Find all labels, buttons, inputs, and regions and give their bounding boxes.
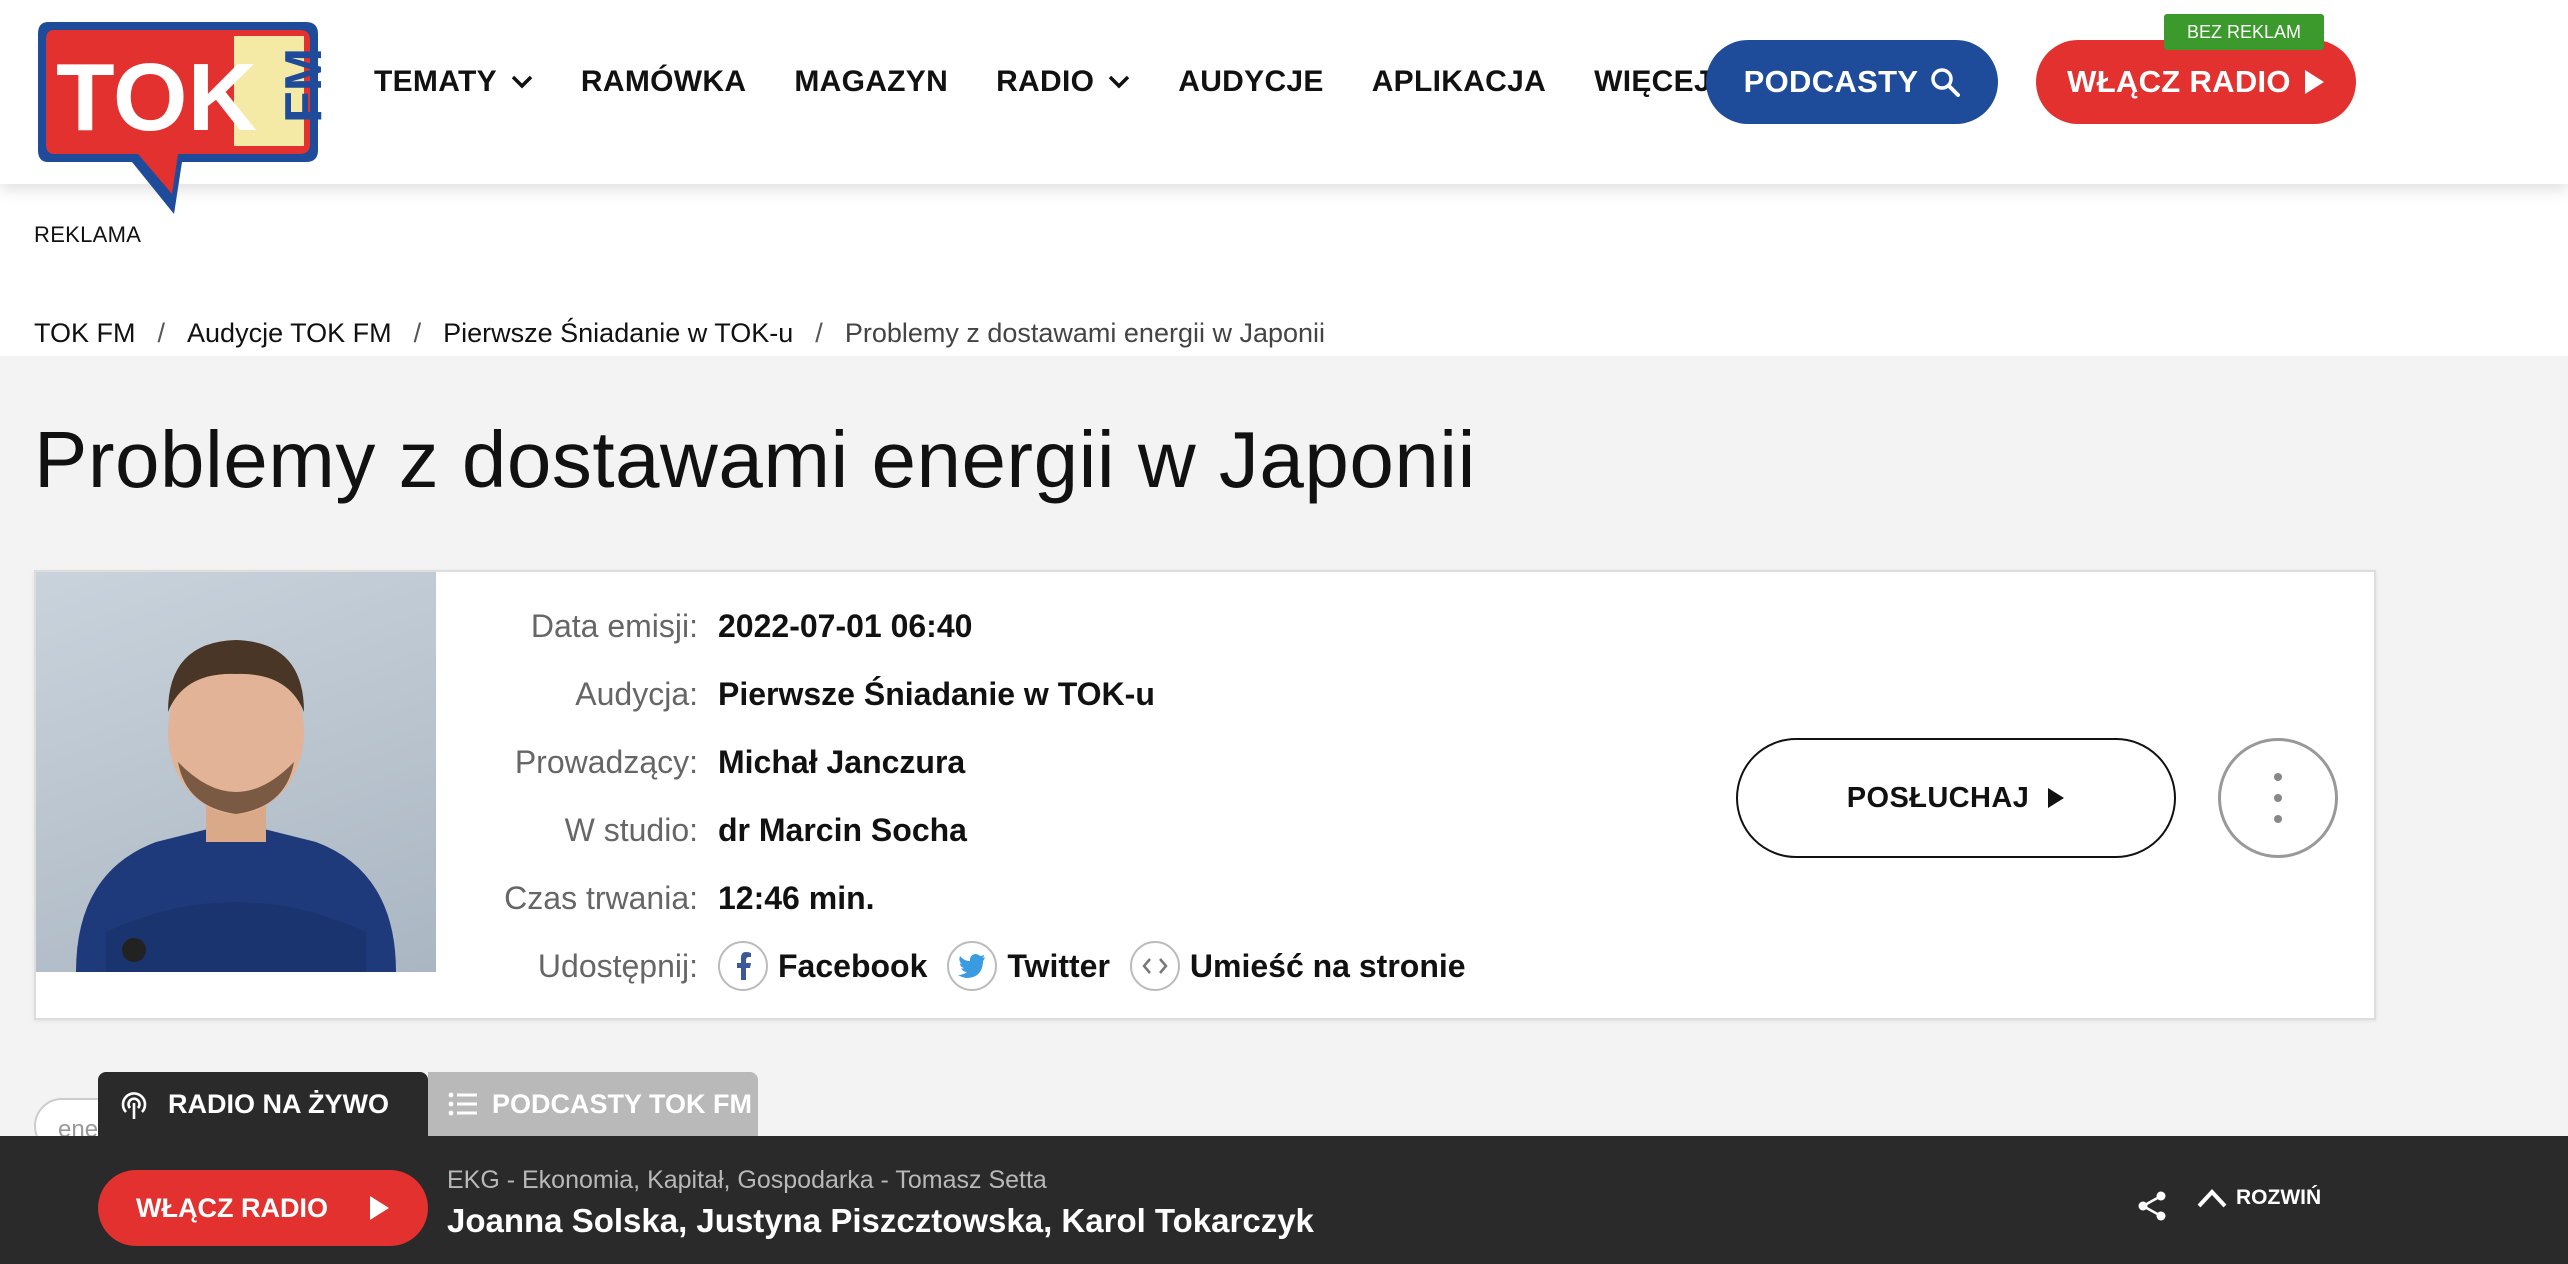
guest-name[interactable]: dr Marcin Socha xyxy=(718,812,967,849)
now-playing-hosts: Joanna Solska, Justyna Piszcztowska, Kar… xyxy=(447,1202,1314,1239)
nav-item-tematy[interactable]: TEMATY xyxy=(374,65,533,99)
list-icon xyxy=(448,1092,477,1116)
host-photo xyxy=(36,572,436,972)
broadcast-date: 2022-07-01 06:40 xyxy=(718,607,973,644)
tab-radio-live[interactable]: RADIO NA ŻYWO xyxy=(98,1072,428,1136)
breadcrumb-separator: / xyxy=(815,318,823,348)
search-icon xyxy=(1931,68,1961,97)
wlacz-radio-label: WŁĄCZ RADIO xyxy=(2067,64,2291,99)
embed-code-icon xyxy=(1129,941,1180,991)
meta-label: Udostępnij: xyxy=(537,947,698,984)
chevron-up-icon xyxy=(2197,1189,2227,1208)
meta-row-host: Prowadzący: Michał Janczura xyxy=(436,728,1486,796)
meta-label: Data emisji: xyxy=(530,607,698,644)
player-play-button[interactable]: WŁĄCZ RADIO xyxy=(98,1170,428,1246)
tokfm-logo[interactable]: TOK FM xyxy=(34,18,333,218)
episode-meta: Data emisji: 2022-07-01 06:40 Audycja: P… xyxy=(436,592,1486,1000)
share-facebook[interactable]: Facebook xyxy=(718,941,927,991)
radio-player-bar: WŁĄCZ RADIO EKG - Ekonomia, Kapitał, Gos… xyxy=(0,1136,2568,1264)
share-icon xyxy=(2138,1191,2166,1221)
logo-text: TOK xyxy=(56,44,257,151)
nav-item-label: MAGAZYN xyxy=(794,65,949,98)
meta-row-date: Data emisji: 2022-07-01 06:40 xyxy=(436,592,1486,660)
player-play-label: WŁĄCZ RADIO xyxy=(136,1192,328,1223)
share-facebook-label: Facebook xyxy=(778,947,928,984)
nav-item-label: TEMATY xyxy=(374,65,497,98)
meta-label: W studio: xyxy=(564,811,698,848)
tab-radio-live-label: RADIO NA ŻYWO xyxy=(168,1088,389,1119)
nav-item-ramowka[interactable]: RAMÓWKA xyxy=(581,65,746,99)
site-header: TEMATY RAMÓWKA MAGAZYN RADIO AUDYCJE APL… xyxy=(0,0,2568,184)
nav-item-aplikacja[interactable]: APLIKACJA xyxy=(1372,65,1546,99)
tokfm-logo-icon: TOK FM xyxy=(38,22,333,214)
nav-item-radio[interactable]: RADIO xyxy=(996,65,1130,99)
episode-card: Data emisji: 2022-07-01 06:40 Audycja: P… xyxy=(34,570,2376,1020)
breadcrumb-separator: / xyxy=(413,318,422,348)
breadcrumb: TOK FM / Audycje TOK FM / Pierwsze Śniad… xyxy=(34,318,1325,349)
nav-item-label: RAMÓWKA xyxy=(580,65,747,98)
breadcrumb-item[interactable]: Audycje TOK FM xyxy=(187,318,392,349)
more-options-button[interactable] xyxy=(2218,738,2338,858)
listen-button-label: POSŁUCHAJ xyxy=(1846,781,2030,814)
nav-item-label: WIĘCEJ xyxy=(1594,65,1711,98)
breadcrumb-current: Problemy z dostawami energii w Japonii xyxy=(844,318,1326,348)
meta-row-show: Audycja: Pierwsze Śniadanie w TOK-u xyxy=(436,660,1486,728)
ad-label: REKLAMA xyxy=(34,222,142,247)
meta-label: Audycja: xyxy=(575,675,698,712)
nav-item-audycje[interactable]: AUDYCJE xyxy=(1178,65,1323,99)
share-twitter-label: Twitter xyxy=(1007,947,1110,984)
tab-podcasty-label: PODCASTY TOK FM xyxy=(492,1088,753,1119)
meta-label: Czas trwania: xyxy=(504,879,698,916)
share-twitter[interactable]: Twitter xyxy=(947,941,1110,991)
nav-item-label: APLIKACJA xyxy=(1371,65,1547,98)
play-icon xyxy=(2304,70,2324,94)
wlacz-radio-button[interactable]: WŁĄCZ RADIO xyxy=(2036,40,2356,124)
meta-row-guest: W studio: dr Marcin Socha xyxy=(436,796,1486,864)
play-icon xyxy=(369,1196,389,1220)
listen-button[interactable]: POSŁUCHAJ xyxy=(1736,738,2176,858)
host-name[interactable]: Michał Janczura xyxy=(718,744,965,781)
meta-label: Prowadzący: xyxy=(514,743,698,780)
chevron-down-icon xyxy=(511,75,533,89)
share-embed[interactable]: Umieść na stronie xyxy=(1129,941,1466,991)
chevron-down-icon xyxy=(1109,75,1130,89)
podcasty-button-label: PODCASTY xyxy=(1743,64,1919,99)
share-button[interactable] xyxy=(2136,1190,2168,1227)
broadcast-icon xyxy=(121,1092,147,1119)
breadcrumb-item[interactable]: Pierwsze Śniadanie w TOK-u xyxy=(443,318,793,349)
duration: 12:46 min. xyxy=(718,879,875,916)
expand-player-label: ROZWIŃ xyxy=(2236,1186,2322,1209)
meta-row-share: Udostępnij: Facebook Twitter Umieść na s… xyxy=(436,932,1486,1000)
breadcrumb-item[interactable]: TOK FM xyxy=(34,318,136,349)
tab-podcasty[interactable]: PODCASTY TOK FM xyxy=(428,1072,758,1136)
more-vertical-icon xyxy=(2274,773,2282,823)
share-links: Facebook Twitter Umieść na stronie xyxy=(718,941,1486,991)
meta-row-duration: Czas trwania: 12:46 min. xyxy=(436,864,1486,932)
now-playing-program: EKG - Ekonomia, Kapitał, Gospodarka - To… xyxy=(447,1166,1047,1194)
nav-item-magazyn[interactable]: MAGAZYN xyxy=(794,65,948,99)
nav-item-label: RADIO xyxy=(996,65,1095,98)
facebook-icon xyxy=(718,941,768,991)
breadcrumb-separator: / xyxy=(157,318,166,348)
bez-reklam-badge[interactable]: BEZ REKLAM xyxy=(2164,14,2324,50)
play-icon xyxy=(2048,788,2065,808)
main-nav: TEMATY RAMÓWKA MAGAZYN RADIO AUDYCJE APL… xyxy=(374,56,1795,108)
host-photo-image xyxy=(76,640,396,972)
podcasty-button[interactable]: PODCASTY xyxy=(1706,40,1998,124)
logo-fm-text: FM xyxy=(275,48,322,123)
expand-player-button[interactable]: ROZWIŃ xyxy=(2196,1186,2321,1210)
show-name[interactable]: Pierwsze Śniadanie w TOK-u xyxy=(718,676,1155,713)
nav-item-label: AUDYCJE xyxy=(1178,65,1324,98)
share-embed-label: Umieść na stronie xyxy=(1189,947,1466,984)
twitter-icon xyxy=(947,941,998,991)
page-title: Problemy z dostawami energii w Japonii xyxy=(34,415,1476,504)
